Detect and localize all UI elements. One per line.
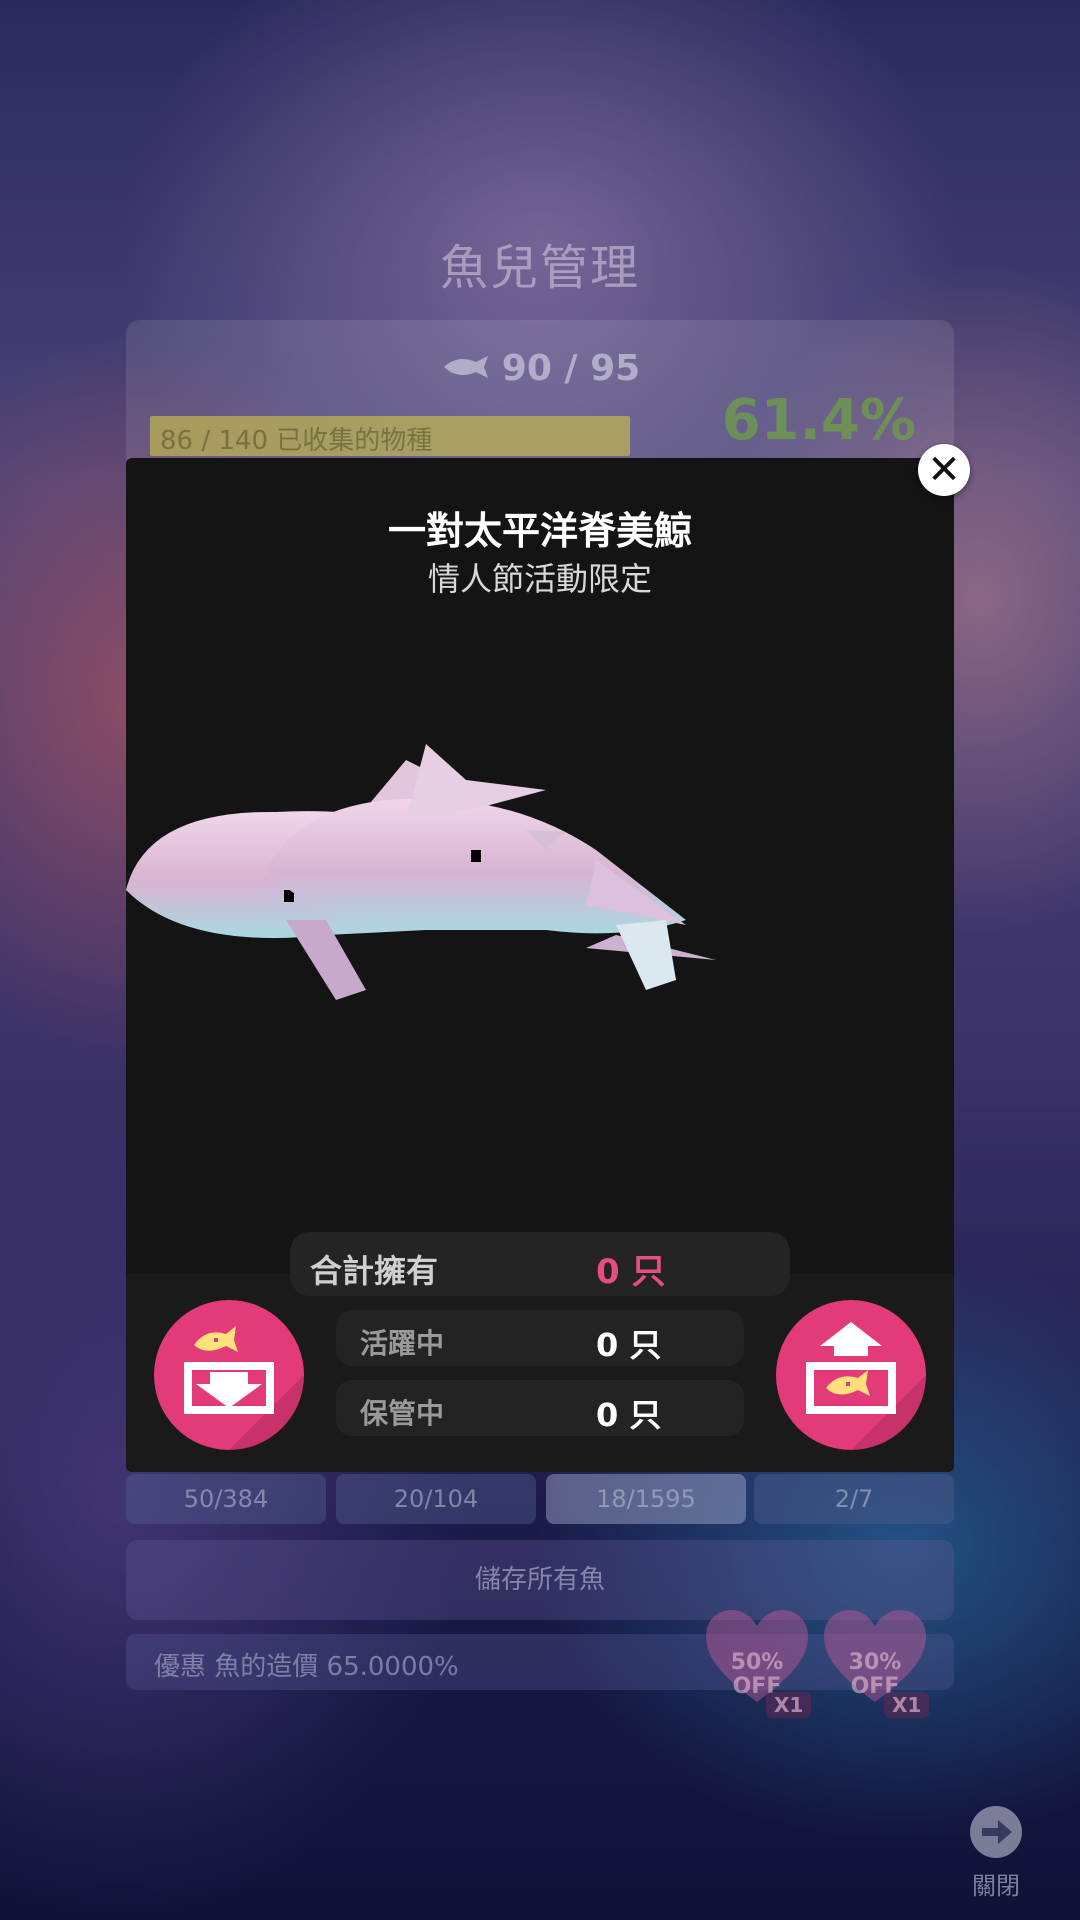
tab-category-4[interactable]: 2/7: [754, 1474, 954, 1524]
whale-pair-image: [126, 744, 716, 1000]
fish-count-value: 90 / 95: [501, 348, 641, 389]
coupon-percent: 50%: [730, 1650, 784, 1675]
tab-category-1[interactable]: 50/384: [126, 1474, 326, 1524]
fish-subtitle: 情人節活動限定: [427, 560, 652, 598]
total-owned-value: 0 只: [596, 1252, 666, 1292]
screen: { "background": { "title": "魚兒管理", "fish…: [0, 0, 1080, 1920]
fish-name: 一對太平洋脊美鯨: [387, 509, 692, 553]
page-title: 魚兒管理: [439, 240, 640, 296]
release-fish-button[interactable]: [776, 1300, 926, 1450]
exit-arrow-icon[interactable]: [968, 1804, 1024, 1860]
total-owned-label: 合計擁有: [310, 1252, 439, 1290]
tab-category-2[interactable]: 20/104: [336, 1474, 536, 1524]
release-fish-icon: [806, 1322, 926, 1450]
active-value: 0 只: [596, 1326, 662, 1364]
discount-text: 優惠 魚的造價 65.0000%: [154, 1652, 459, 1682]
collection-percent: 61.4%: [721, 388, 916, 453]
coupon-50-off[interactable]: 50% OFF X1: [702, 1606, 814, 1718]
fish-icon: [440, 348, 492, 389]
stored-label: 保管中: [360, 1397, 445, 1430]
coupon-qty: X1: [766, 1692, 812, 1718]
tab-category-3[interactable]: 18/1595: [546, 1474, 746, 1524]
coupon-qty: X1: [884, 1692, 930, 1718]
stored-value: 0 只: [596, 1396, 662, 1434]
store-fish-button[interactable]: [154, 1300, 304, 1450]
active-label: 活躍中: [360, 1327, 445, 1360]
collection-progress-text: 86 / 140 已收集的物種: [160, 426, 433, 456]
coupon-30-off[interactable]: 30% OFF X1: [820, 1606, 932, 1718]
close-icon: ✕: [927, 447, 961, 493]
fish-count: 90 / 95: [126, 348, 954, 389]
store-fish-icon: [184, 1326, 304, 1450]
category-tabs: 50/384 20/104 18/1595 2/7: [126, 1474, 954, 1524]
close-dialog-button[interactable]: ✕: [918, 444, 970, 496]
coupon-percent: 30%: [848, 1650, 902, 1675]
exit-label: 關閉: [972, 1872, 1020, 1900]
